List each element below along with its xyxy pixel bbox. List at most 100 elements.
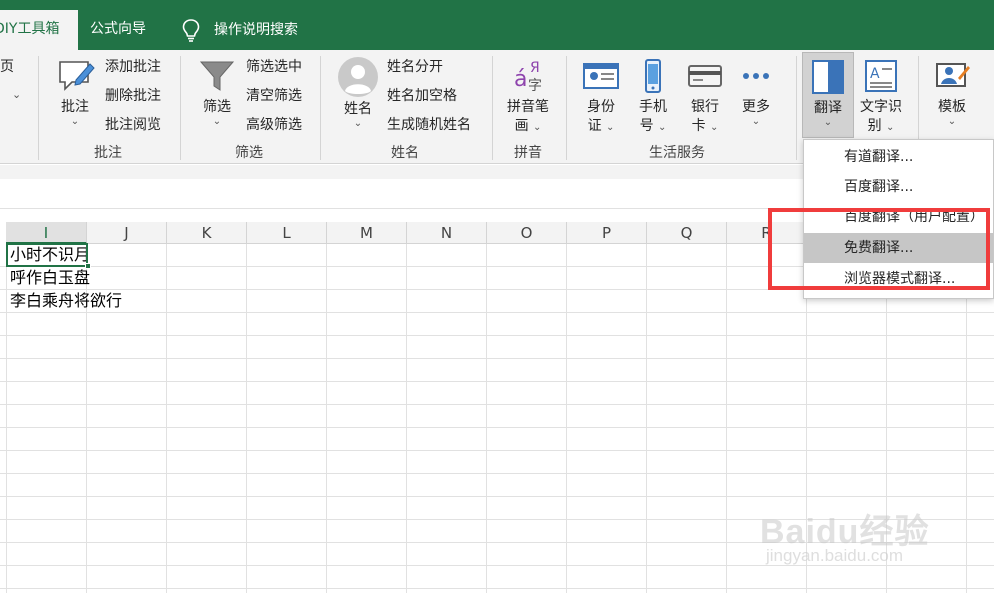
ribbon-tab-bar: DIY工具箱 公式向导 操作说明搜索 [0,0,994,50]
tab-diy-toolbox[interactable]: DIY工具箱 [0,10,78,50]
column-header-n[interactable]: N [407,222,487,244]
separator [566,56,567,160]
translate-button[interactable]: 翻译 ⌄ [802,52,854,138]
name-add-space-button[interactable]: 姓名加空格 [387,87,457,105]
bank-card-icon [688,65,722,87]
column-header-i[interactable]: I [6,222,87,244]
svg-text:á: á [514,67,527,92]
bank-card-button[interactable]: 银行 卡 ⌄ [682,56,728,137]
column-header-o[interactable]: O [487,222,567,244]
ocr-label-line1: 文字识 [860,99,902,115]
chevron-down-icon: ⌄ [353,118,363,129]
separator [38,56,39,160]
svg-text:字: 字 [528,78,542,94]
fill-handle[interactable] [85,263,91,269]
chevron-down-icon: ⌄ [751,116,761,127]
menu-item-youdao-translate[interactable]: 有道翻译... [804,142,993,172]
red-highlight-box [768,208,990,290]
add-comment-button[interactable]: 添加批注 [105,58,161,76]
page-chevron-icon[interactable]: ⌄ [12,86,21,104]
separator [796,56,797,160]
grid-line [566,244,567,593]
ocr-button[interactable]: A 文字识 别 ⌄ [856,56,906,137]
filter-selected-button[interactable]: 筛选选中 [246,58,302,76]
pinyin-icon: á Я 字 [514,60,542,94]
grid-line [726,244,727,593]
grid-line [326,244,327,593]
active-cell-border [6,243,88,267]
name-label: 姓名 [344,101,372,117]
cell-i3[interactable]: 李白乘舟将欲行 [10,290,122,312]
more-button[interactable]: 更多 ⌄ [734,56,778,127]
ocr-icon: A [865,60,897,92]
grid-line [646,244,647,593]
more-label: 更多 [742,99,770,115]
column-header-k[interactable]: K [167,222,247,244]
delete-comment-button[interactable]: 删除批注 [105,87,161,105]
group-label-name: 姓名 [391,145,419,161]
column-header-j[interactable]: J [87,222,167,244]
phone-label-line2: 号 ⌄ [639,118,667,134]
group-label-life-service: 生活服务 [649,145,705,161]
template-button[interactable]: 模板 ⌄ [928,56,976,127]
translate-icon [812,60,844,94]
tab-formula-wizard[interactable]: 公式向导 [90,10,146,50]
bank-card-label-line1: 银行 [691,99,719,115]
chevron-down-icon: ⌄ [947,116,957,127]
group-label-pinyin: 拼音 [514,145,542,161]
random-name-button[interactable]: 生成随机姓名 [387,116,471,134]
chevron-down-icon: ⌄ [212,116,222,127]
group-label-comments: 批注 [94,145,122,161]
column-header-p[interactable]: P [567,222,647,244]
separator [320,56,321,160]
svg-text:A: A [870,66,880,82]
grid-line [406,244,407,593]
phone-number-button[interactable]: 手机 号 ⌄ [630,56,676,137]
translate-label: 翻译 [814,100,842,116]
pinyin-label-line1: 拼音笔 [507,99,549,115]
chevron-down-icon: ⌄ [823,117,833,128]
more-dots-icon [743,73,769,79]
id-card-label-line2: 证 ⌄ [587,118,615,134]
comment-label: 批注 [61,99,89,115]
id-card-button[interactable]: 身份 证 ⌄ [578,56,624,137]
grid-line [486,244,487,593]
pinyin-stroke-button[interactable]: á Я 字 拼音笔 画 ⌄ [502,56,554,137]
separator [492,56,493,160]
person-icon [338,57,378,97]
lightbulb-icon [182,19,200,42]
ocr-label-line2: 别 ⌄ [867,118,895,134]
search-label: 操作说明搜索 [214,22,298,38]
svg-text:Я: Я [530,60,540,76]
name-button[interactable]: 姓名 ⌄ [335,56,381,129]
page-button-label[interactable]: 页 [0,58,14,76]
template-label: 模板 [938,99,966,115]
template-icon [936,63,970,87]
grid-line [6,244,7,593]
group-label-filter: 筛选 [235,145,263,161]
id-card-icon [583,63,619,89]
browse-comments-button[interactable]: 批注阅览 [105,116,161,134]
clear-filter-button[interactable]: 清空筛选 [246,87,302,105]
advanced-filter-button[interactable]: 高级筛选 [246,116,302,134]
comment-button[interactable]: 批注 ⌄ [50,56,100,127]
tell-me-search[interactable]: 操作说明搜索 [180,10,298,50]
funnel-icon [199,61,235,91]
chevron-down-icon: ⌄ [70,116,80,127]
phone-label-line1: 手机 [639,99,667,115]
grid-line [246,244,247,593]
phone-icon [645,59,661,93]
column-header-m[interactable]: M [327,222,407,244]
split-name-button[interactable]: 姓名分开 [387,58,443,76]
filter-label: 筛选 [203,99,231,115]
filter-button[interactable]: 筛选 ⌄ [194,56,240,127]
menu-item-baidu-translate[interactable]: 百度翻译... [804,172,993,202]
separator [180,56,181,160]
comment-icon [59,61,95,91]
column-header-l[interactable]: L [247,222,327,244]
grid-line [166,244,167,593]
bank-card-label-line2: 卡 ⌄ [691,118,719,134]
column-header-q[interactable]: Q [647,222,727,244]
cell-i2[interactable]: 呼作白玉盘 [10,267,90,289]
id-card-label-line1: 身份 [587,99,615,115]
